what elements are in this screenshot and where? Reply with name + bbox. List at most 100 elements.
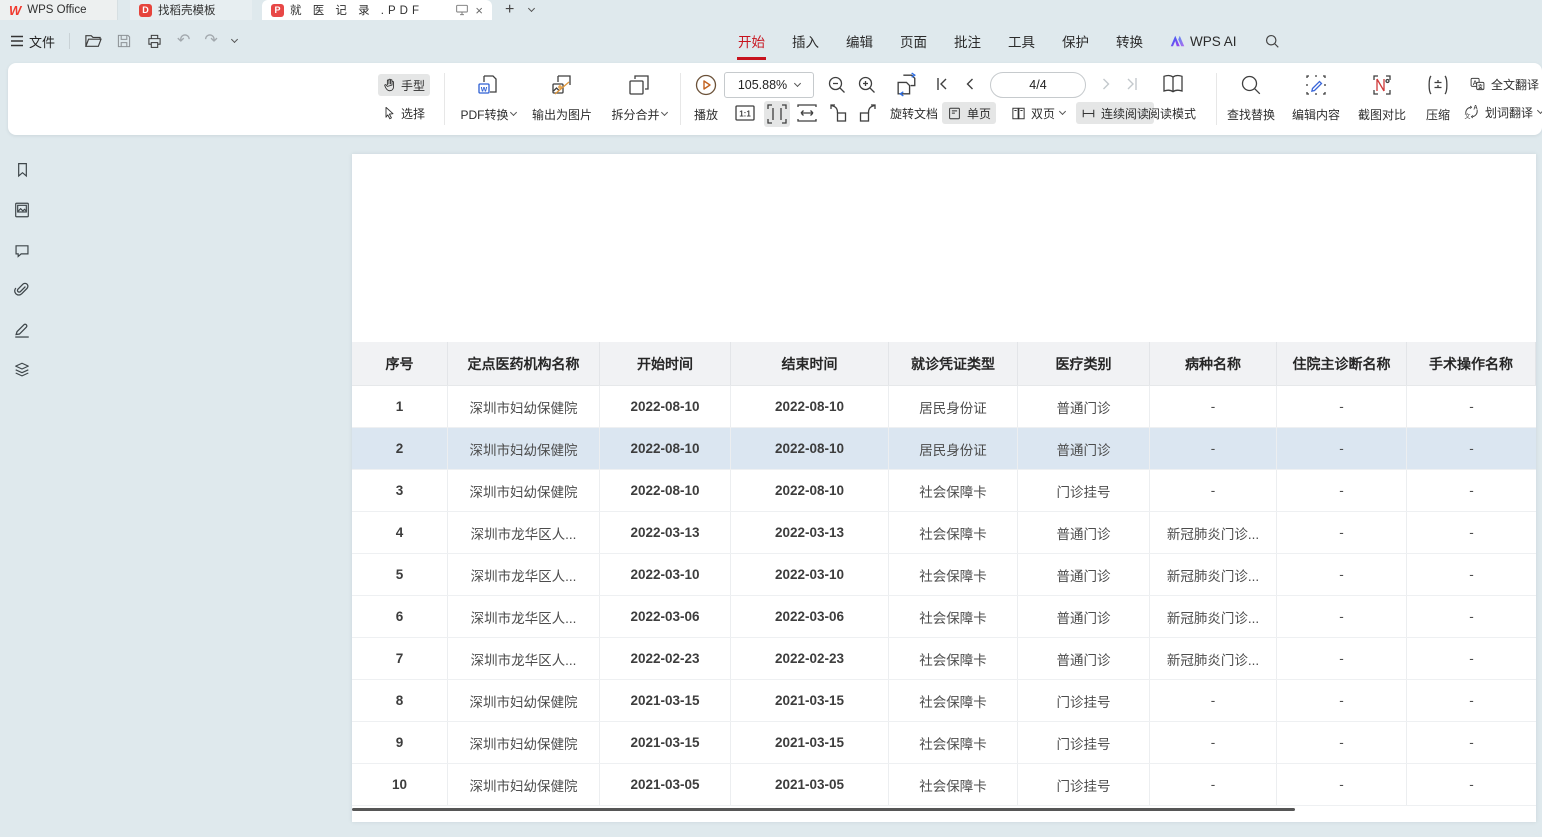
tab-page[interactable]: 页面 (900, 31, 927, 51)
monitor-icon[interactable] (455, 4, 469, 16)
rotate-document-button[interactable]: 旋转文档 (886, 101, 942, 125)
undo-icon[interactable]: ↶ (177, 33, 190, 49)
last-page-icon[interactable] (1124, 76, 1140, 92)
table-cell: - (1407, 386, 1536, 427)
single-page-button[interactable]: 单页 (942, 102, 996, 124)
table-cell: 2 (352, 428, 448, 469)
tab-document-active[interactable]: P 就 医 记 录 .PDF × (262, 0, 492, 20)
select-tool-button[interactable]: 选择 (378, 102, 430, 124)
first-page-icon[interactable] (934, 76, 950, 92)
tab-insert[interactable]: 插入 (792, 31, 819, 51)
table-cell: 门诊挂号 (1018, 764, 1150, 805)
new-tab-button[interactable]: + (505, 0, 514, 20)
ribbon-toolbar: 手型 选择 w PDF转换 输出为图片 拆分合并 播放 105.88% (8, 63, 1542, 135)
table-header-row: 序号定点医药机构名称开始时间结束时间就诊凭证类型医疗类别病种名称住院主诊断名称手… (352, 342, 1536, 386)
pdf-page[interactable]: 序号定点医药机构名称开始时间结束时间就诊凭证类型医疗类别病种名称住院主诊断名称手… (352, 154, 1536, 822)
table-cell: 新冠肺炎门诊... (1150, 596, 1277, 637)
table-cell: 2021-03-05 (731, 764, 889, 805)
tab-docer-templates[interactable]: D 找稻壳模板 (130, 0, 252, 20)
table-row: 3深圳市妇幼保健院2022-08-102022-08-10社会保障卡门诊挂号--… (352, 470, 1536, 512)
table-cell: 普通门诊 (1018, 554, 1150, 595)
table-header-cell: 结束时间 (731, 342, 889, 385)
hand-tool-button[interactable]: 手型 (378, 74, 430, 96)
table-cell: 8 (352, 680, 448, 721)
fit-page-icon[interactable] (764, 101, 790, 127)
continuous-read-button[interactable]: 连续阅读 (1076, 102, 1154, 124)
table-cell: 9 (352, 722, 448, 763)
rotate-left-icon[interactable] (828, 103, 850, 123)
table-cell: 2022-03-06 (731, 596, 889, 637)
compress-button[interactable]: 压缩 (1416, 70, 1460, 128)
table-cell: 社会保障卡 (889, 722, 1018, 763)
bookmark-icon[interactable] (12, 160, 32, 180)
layers-icon[interactable] (12, 360, 32, 380)
table-cell: 深圳市妇幼保健院 (448, 680, 600, 721)
prev-page-icon[interactable] (962, 76, 978, 92)
tab-list-chevron-icon[interactable] (528, 5, 535, 12)
table-row: 6深圳市龙华区人...2022-03-062022-03-06社会保障卡普通门诊… (352, 596, 1536, 638)
find-replace-button[interactable]: 查找替换 (1220, 70, 1282, 128)
comment-icon[interactable] (12, 240, 32, 260)
close-tab-icon[interactable]: × (475, 4, 483, 17)
double-page-button[interactable]: 双页 (1006, 102, 1070, 124)
swap-pages-icon[interactable] (894, 71, 921, 98)
table-cell: 2022-08-10 (731, 428, 889, 469)
table-row: 10深圳市妇幼保健院2021-03-052021-03-05社会保障卡门诊挂号-… (352, 764, 1536, 806)
svg-text:A: A (1473, 106, 1478, 112)
tab-wps-office[interactable]: W WPS Office (0, 0, 118, 20)
window-tabbar: W WPS Office D 找稻壳模板 P 就 医 记 录 .PDF × + (0, 0, 1542, 20)
open-file-icon[interactable] (84, 33, 102, 49)
tab-comment[interactable]: 批注 (954, 31, 981, 51)
zoom-out-icon[interactable] (826, 74, 848, 96)
redo-icon[interactable]: ↷ (204, 33, 217, 49)
word-translate-label: 划词翻译 (1485, 104, 1533, 121)
zoom-level-select[interactable]: 105.88% (724, 72, 814, 98)
table-row: 2深圳市妇幼保健院2022-08-102022-08-10居民身份证普通门诊--… (352, 428, 1536, 470)
print-icon[interactable] (146, 33, 163, 49)
tab-edit[interactable]: 编辑 (846, 31, 873, 51)
table-cell: 社会保障卡 (889, 596, 1018, 637)
table-cell: - (1277, 470, 1407, 511)
table-row: 7深圳市龙华区人...2022-02-232022-02-23社会保障卡普通门诊… (352, 638, 1536, 680)
hamburger-icon (10, 35, 24, 47)
tab-tools[interactable]: 工具 (1008, 31, 1035, 51)
table-cell: 深圳市龙华区人... (448, 554, 600, 595)
quick-access-chevron-icon[interactable] (231, 35, 238, 42)
tab-home[interactable]: 开始 (738, 31, 765, 51)
table-cell: 深圳市龙华区人... (448, 596, 600, 637)
tab-wps-ai[interactable]: WPS AI (1170, 34, 1237, 49)
page-indicator-input[interactable]: 4/4 (990, 72, 1086, 98)
actual-size-icon[interactable]: 1:1 (734, 103, 756, 123)
table-cell: 2021-03-15 (600, 722, 731, 763)
signature-pen-icon[interactable] (12, 320, 32, 340)
rotate-right-icon[interactable] (856, 103, 878, 123)
table-cell: - (1277, 596, 1407, 637)
export-image-button[interactable]: 输出为图片 (524, 70, 600, 128)
table-cell: 深圳市龙华区人... (448, 512, 600, 553)
pdf-convert-label: PDF转换 (460, 106, 508, 123)
chevron-down-icon (1537, 106, 1542, 113)
tab-protect[interactable]: 保护 (1062, 31, 1089, 51)
thumbnails-icon[interactable] (12, 200, 32, 220)
save-icon[interactable] (116, 33, 132, 49)
screenshot-compare-button[interactable]: 截图对比 (1350, 70, 1414, 128)
menu-search-icon[interactable] (1264, 33, 1281, 50)
hand-tool-label: 手型 (401, 77, 425, 94)
file-menu-button[interactable]: 文件 (10, 32, 55, 51)
full-translate-button[interactable]: A 全文翻译 (1464, 73, 1542, 95)
next-page-icon[interactable] (1098, 76, 1114, 92)
table-horizontal-scrollbar[interactable] (352, 808, 1295, 811)
table-header-cell: 就诊凭证类型 (889, 342, 1018, 385)
edit-content-button[interactable]: 编辑内容 (1284, 70, 1348, 128)
fit-width-icon[interactable] (796, 103, 818, 123)
split-merge-button[interactable]: 拆分合并 (602, 70, 676, 128)
table-cell: 2022-03-10 (600, 554, 731, 595)
pdf-convert-button[interactable]: w PDF转换 (452, 70, 524, 128)
tab-convert[interactable]: 转换 (1116, 31, 1143, 51)
word-translate-icon: 文A (1463, 104, 1480, 120)
play-button[interactable]: 播放 (684, 70, 728, 128)
read-mode-button[interactable]: 阅读模式 (1144, 101, 1200, 125)
zoom-in-icon[interactable] (856, 74, 878, 96)
word-translate-button[interactable]: 文A 划词翻译 (1458, 101, 1542, 123)
attachment-icon[interactable] (12, 280, 32, 300)
